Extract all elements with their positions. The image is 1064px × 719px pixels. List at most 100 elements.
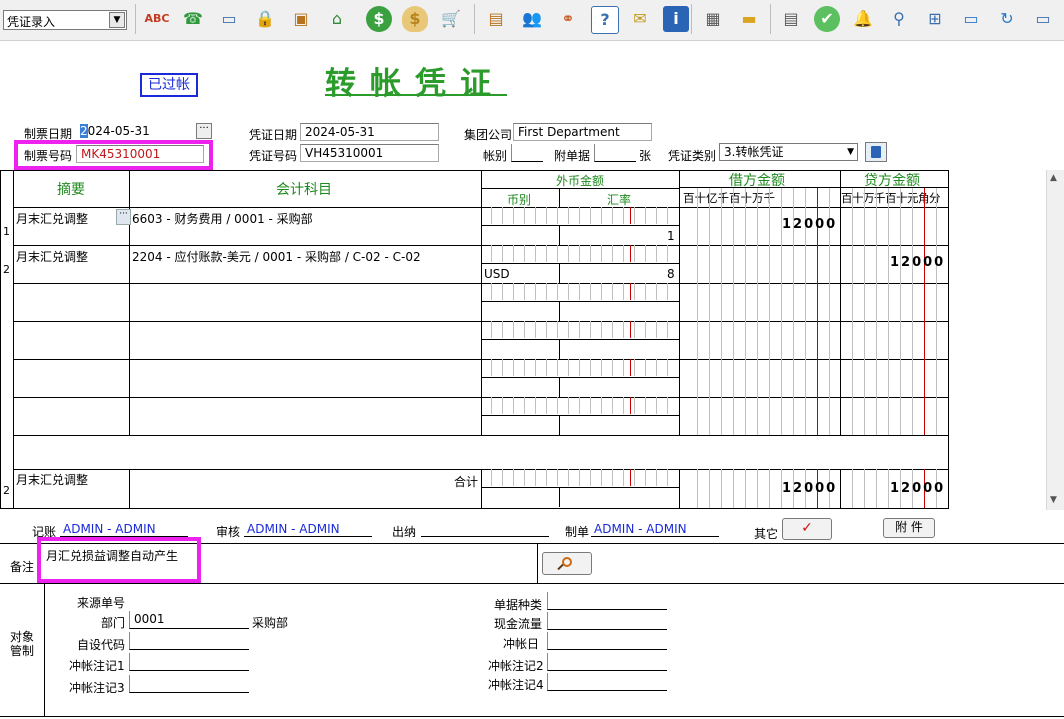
account-book-field[interactable]: [511, 144, 543, 162]
row-account[interactable]: 2204 - 应付账款-美元 / 0001 - 采购部 / C-02 - C-0…: [132, 248, 421, 265]
foreign-digit-line: [645, 469, 646, 486]
group-label: 集团公司: [464, 128, 513, 142]
remark-field[interactable]: 月汇兑损益调整自动产生: [46, 547, 178, 564]
source-no-label: 来源单号: [77, 596, 126, 610]
info-icon[interactable]: i: [663, 6, 689, 32]
cart-icon[interactable]: 🛒: [438, 6, 464, 32]
voucher-no-field[interactable]: VH45310001: [300, 144, 439, 162]
cash-flow-field[interactable]: [547, 612, 667, 630]
row-rate[interactable]: 1: [667, 229, 675, 243]
debit-digit-line: [745, 469, 746, 508]
total-label: 合计: [454, 475, 479, 489]
offset-note3-field[interactable]: [129, 675, 249, 693]
lock-icon[interactable]: 🔒: [252, 6, 278, 32]
scroll-down-arrow-icon[interactable]: ▼: [1050, 495, 1057, 505]
folder-icon[interactable]: ▬: [736, 6, 762, 32]
mail-icon[interactable]: ✉: [627, 6, 653, 32]
summary-lookup-button[interactable]: ···: [116, 209, 131, 225]
users-icon[interactable]: 👥: [519, 6, 545, 32]
help-document-icon[interactable]: ?: [591, 6, 619, 34]
link-icon[interactable]: ⚭: [555, 6, 581, 32]
phone-icon[interactable]: ☎: [180, 6, 206, 32]
row-summary[interactable]: 月末汇兑调整: [16, 248, 88, 265]
credit-decimal-line: [924, 397, 925, 435]
voucher-type-lookup-button[interactable]: [865, 142, 887, 162]
credit-digit-line: [936, 188, 937, 208]
foreign-digit-line: [557, 245, 558, 262]
attachments-field[interactable]: [594, 144, 636, 162]
row-credit-amount[interactable]: 12000: [890, 255, 945, 270]
attachments-unit: 张: [639, 149, 652, 163]
text-cursor-selection: 2: [80, 124, 88, 138]
credit-digit-line: [864, 321, 865, 359]
maker-label: 制单: [565, 525, 590, 539]
window-icon[interactable]: ▭: [1030, 6, 1056, 32]
monitor-icon[interactable]: ▭: [216, 6, 242, 32]
post-value: ADMIN - ADMIN: [63, 522, 156, 536]
row-account[interactable]: 6603 - 财务费用 / 0001 - 采购部: [132, 210, 313, 227]
scroll-up-arrow-icon[interactable]: ▲: [1050, 173, 1057, 183]
make-no-field[interactable]: MK45310001: [76, 145, 204, 163]
debit-digit-line: [805, 245, 806, 283]
foreign-digit-line: [623, 321, 624, 338]
credit-digit-line: [864, 207, 865, 245]
grid-vertical-scrollbar[interactable]: ▲ ▼: [1046, 170, 1064, 510]
offset-note2-field[interactable]: [547, 653, 667, 671]
foreign-digit-line: [502, 245, 503, 262]
group-field[interactable]: First Department: [513, 123, 652, 141]
foreign-digit-line: [502, 321, 503, 338]
row-debit-amount[interactable]: 12000: [782, 217, 837, 232]
dept-code-field[interactable]: 0001: [129, 611, 249, 629]
credit-digit-line: [876, 188, 877, 208]
spellcheck-icon[interactable]: ABC: [144, 6, 170, 32]
calculator-icon[interactable]: ▦: [700, 6, 726, 32]
row-currency[interactable]: USD: [484, 267, 510, 281]
col-header-credit: 贷方金额: [864, 173, 920, 189]
offset-note1-field[interactable]: [129, 653, 249, 671]
other-check-button[interactable]: ✓: [782, 518, 832, 540]
dollar-coin-icon[interactable]: $: [366, 6, 392, 32]
debit-digit-line: [829, 283, 830, 321]
documents-icon[interactable]: ▤: [778, 6, 804, 32]
currency-rate-divider: [559, 188, 560, 208]
briefcase-icon[interactable]: ▣: [288, 6, 314, 32]
bell-icon[interactable]: 🔔: [850, 6, 876, 32]
mode-select[interactable]: 凭证录入 ▼: [3, 10, 127, 30]
cashier-label: 出纳: [392, 525, 417, 539]
foreign-digit-line: [656, 207, 657, 224]
make-date-field[interactable]: 2024-05-31: [76, 123, 196, 141]
offset-date-field[interactable]: [547, 632, 667, 650]
attachments-button[interactable]: 附 件: [883, 518, 935, 538]
custom-code-field[interactable]: [129, 632, 249, 650]
check-circle-icon[interactable]: ✔: [814, 6, 840, 32]
debit-digit-line: [805, 188, 806, 208]
house-icon[interactable]: ⌂: [324, 6, 350, 32]
offset-note4-field[interactable]: [547, 673, 667, 691]
refresh-icon[interactable]: ↻: [994, 6, 1020, 32]
debit-digit-line: [709, 359, 710, 397]
total-row-count: 2: [3, 484, 10, 497]
foreign-digit-line: [546, 359, 547, 376]
doc-type-field[interactable]: [547, 592, 667, 610]
debit-decimal-line: [817, 359, 818, 397]
remark-lookup-button[interactable]: [542, 552, 592, 575]
voucher-type-select[interactable]: 3.转帐凭证 ▼: [719, 143, 858, 161]
debit-digit-line: [733, 359, 734, 397]
clipboard-icon[interactable]: ▤: [483, 6, 509, 32]
credit-digit-line: [900, 283, 901, 321]
display-icon[interactable]: ▭: [958, 6, 984, 32]
row-summary[interactable]: 月末汇兑调整: [16, 210, 88, 227]
voucher-date-field[interactable]: 2024-05-31: [300, 123, 439, 141]
foreign-digit-line: [601, 245, 602, 262]
row-rate[interactable]: 8: [667, 267, 675, 281]
foreign-decimal-line: [630, 359, 631, 376]
credit-digit-line: [864, 283, 865, 321]
foreign-digit-line: [557, 359, 558, 376]
chevron-down-icon[interactable]: ▼: [109, 12, 125, 28]
credit-digit-line: [912, 283, 913, 321]
org-chart-icon[interactable]: ⊞: [922, 6, 948, 32]
magnifier-icon[interactable]: ⚲: [886, 6, 912, 32]
date-picker-button[interactable]: ···: [196, 123, 212, 139]
money-bag-icon[interactable]: $: [402, 6, 428, 32]
foreign-digit-line: [623, 397, 624, 414]
